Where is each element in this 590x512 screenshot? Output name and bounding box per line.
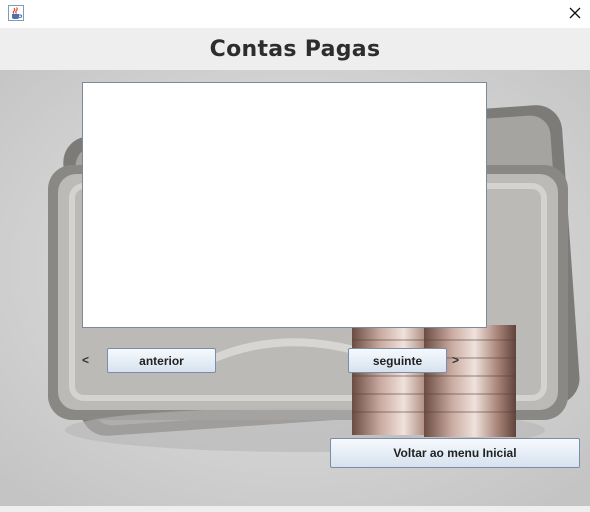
bottom-strip — [0, 506, 590, 512]
window-titlebar — [0, 0, 590, 28]
close-button[interactable] — [560, 0, 590, 26]
header-panel: Contas Pagas — [0, 28, 590, 70]
page-title: Contas Pagas — [209, 36, 381, 62]
contas-list[interactable] — [82, 82, 487, 328]
java-coffee-cup-icon — [8, 5, 24, 21]
next-button[interactable]: seguinte — [348, 348, 447, 373]
previous-button[interactable]: anterior — [107, 348, 216, 373]
prev-arrow-label: < — [82, 353, 90, 367]
coin-stack-right — [424, 325, 516, 437]
back-to-main-menu-button[interactable]: Voltar ao menu Inicial — [330, 438, 580, 468]
close-icon — [569, 7, 581, 19]
next-arrow-label: > — [452, 353, 460, 367]
